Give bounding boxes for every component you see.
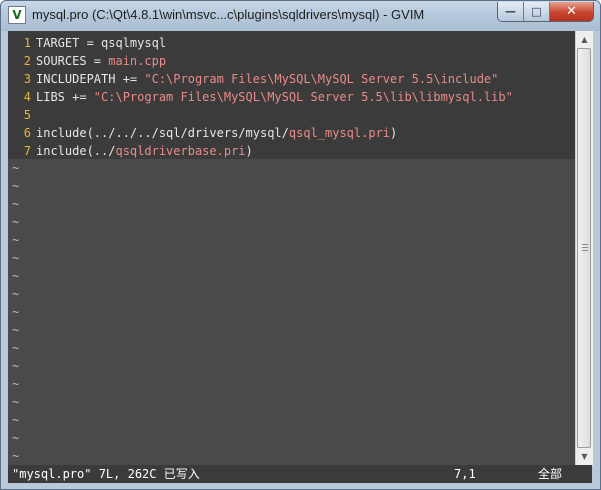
buffer-line[interactable]: 4 LIBS += "C:\Program Files\MySQL\MySQL S… — [8, 88, 513, 106]
minimize-button[interactable]: — — [498, 2, 524, 21]
scroll-up-button[interactable]: ▲ — [576, 31, 593, 48]
string-token: main.cpp — [108, 54, 167, 68]
line-number: 7 — [23, 144, 31, 158]
empty-line-marker: ~ — [12, 449, 20, 463]
empty-line-marker: ~ — [12, 233, 20, 247]
empty-line-marker: ~ — [12, 359, 20, 373]
vertical-scrollbar[interactable]: ▲ ▼ — [575, 31, 593, 465]
editor-area[interactable]: 1 TARGET = qsqlmysql 2 SOURCES = main.cpp 3 I… — [8, 31, 575, 465]
empty-line-marker: ~ — [12, 251, 20, 265]
empty-line-marker: ~ — [12, 341, 20, 355]
close-icon: ✕ — [566, 4, 577, 19]
grip-icon — [582, 244, 588, 251]
line-number: 6 — [23, 126, 31, 140]
empty-line-marker: ~ — [12, 431, 20, 445]
code-token: SOURCES = — [36, 54, 109, 68]
code-token: include(../../../sql/drivers/mysql/ — [36, 126, 289, 140]
chevron-up-icon: ▲ — [581, 35, 588, 44]
text-lines-area: 1 TARGET = qsqlmysql 2 SOURCES = main.cpp 3 I… — [8, 31, 575, 159]
empty-line-marker: ~ — [12, 305, 20, 319]
line-number: 3 — [23, 72, 31, 86]
empty-line-marker: ~ — [12, 413, 20, 427]
chevron-down-icon: ▼ — [581, 452, 588, 461]
string-token: qsql_mysql.pri — [288, 126, 391, 140]
scroll-down-button[interactable]: ▼ — [576, 448, 593, 465]
status-message: "mysql.pro" 7L, 262C 已写入 — [12, 467, 200, 481]
empty-line-marker: ~ — [12, 215, 20, 229]
code-token: LIBS += — [36, 90, 94, 104]
code-token: ) — [245, 144, 253, 158]
minimize-icon: — — [505, 5, 516, 18]
window-controls: — □ ✕ — [497, 2, 594, 22]
empty-line-marker: ~ — [12, 179, 20, 193]
close-button[interactable]: ✕ — [550, 2, 593, 21]
empty-line-marker: ~ — [12, 287, 20, 301]
empty-line-marker: ~ — [12, 323, 20, 337]
string-token: "C:\Program Files\MySQL\MySQL Server 5.5… — [144, 72, 499, 86]
line-number: 4 — [23, 90, 31, 104]
string-token: qsqldriverbase.pri — [115, 144, 246, 158]
empty-line-marker: ~ — [12, 197, 20, 211]
scroll-percent: 全部 — [538, 467, 563, 481]
code-token: include(../ — [36, 144, 116, 158]
gvim-icon[interactable]: V — [8, 6, 26, 24]
line-number: 5 — [23, 108, 31, 122]
code-token: INCLUDEPATH += — [36, 72, 145, 86]
buffer-line[interactable]: 2 SOURCES = main.cpp — [8, 52, 166, 70]
empty-line-marker: ~ — [12, 269, 20, 283]
maximize-icon: □ — [531, 5, 542, 18]
code-token: ) — [390, 126, 398, 140]
buffer-line[interactable]: 6 include(../../../sql/drivers/mysql/qsql… — [8, 124, 398, 142]
buffer-line[interactable]: 1 TARGET = qsqlmysql — [8, 34, 166, 52]
line-number: 1 — [23, 36, 31, 50]
code-token: TARGET = qsqlmysql — [36, 36, 167, 50]
empty-line-marker: ~ — [12, 377, 20, 391]
cursor-position: 7,1 — [454, 467, 476, 481]
window-title: mysql.pro (C:\Qt\4.8.1\win\msvc...c\plug… — [32, 7, 425, 22]
buffer-line[interactable]: 5 — [8, 106, 36, 124]
empty-line-marker: ~ — [12, 395, 20, 409]
scrollbar-thumb[interactable] — [577, 48, 591, 448]
command-line[interactable]: "mysql.pro" 7L, 262C 已写入 7,1 全部 — [8, 465, 592, 483]
buffer-line[interactable]: 3 INCLUDEPATH += "C:\Program Files\MySQL\… — [8, 70, 499, 88]
string-token: "C:\Program Files\MySQL\MySQL Server 5.5… — [93, 90, 513, 104]
gvim-window: V mysql.pro (C:\Qt\4.8.1\win\msvc...c\pl… — [0, 0, 601, 490]
line-number: 2 — [23, 54, 31, 68]
title-bar[interactable]: V mysql.pro (C:\Qt\4.8.1\win\msvc...c\pl… — [1, 1, 600, 31]
maximize-button[interactable]: □ — [524, 2, 550, 21]
buffer-line[interactable]: 7 include(../qsqldriverbase.pri) — [8, 142, 253, 160]
empty-line-marker: ~ — [12, 161, 20, 175]
